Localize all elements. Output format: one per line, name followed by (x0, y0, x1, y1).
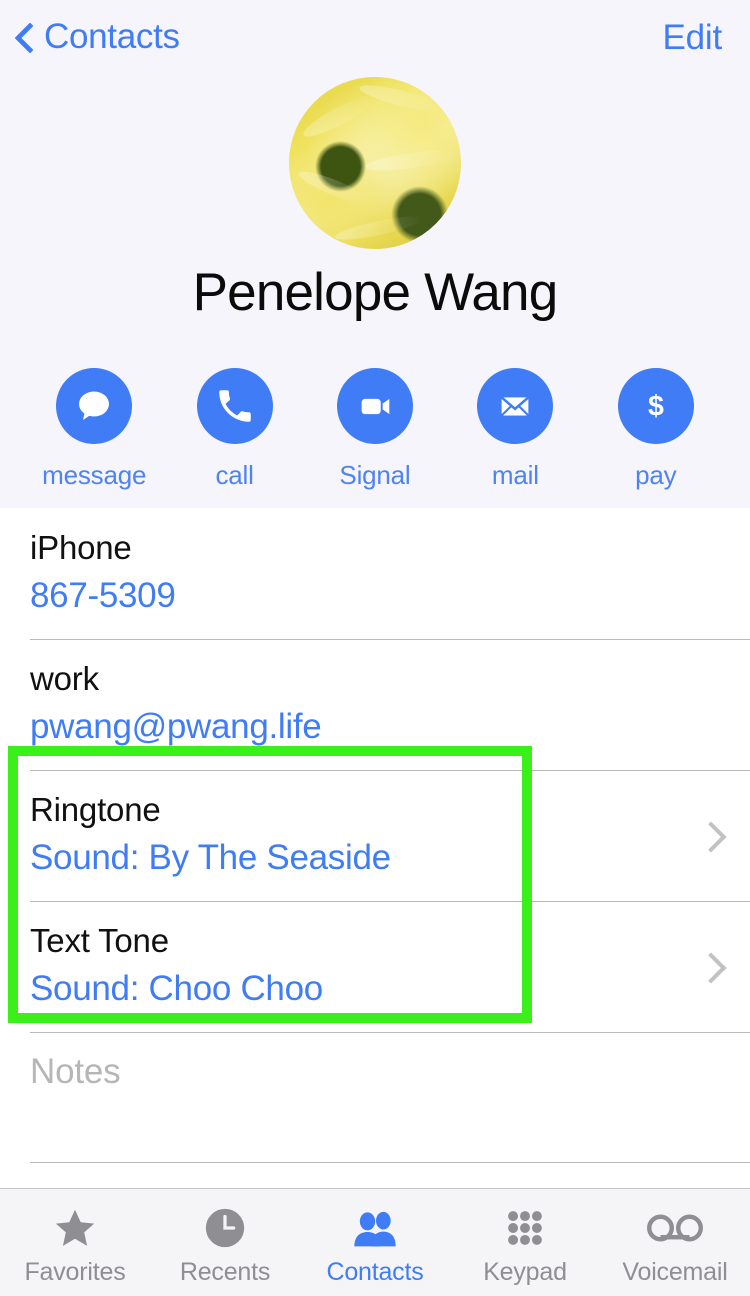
tab-label-keypad: Keypad (483, 1258, 567, 1287)
notes-placeholder: Notes (30, 1050, 720, 1094)
tab-recents[interactable]: Recents (150, 1189, 300, 1296)
row-separator (30, 639, 750, 640)
back-to-contacts-button[interactable]: Contacts (14, 20, 180, 54)
field-label: Text Tone (30, 919, 670, 963)
mail-action-button[interactable]: mail (467, 368, 563, 491)
tab-keypad[interactable]: Keypad (450, 1189, 600, 1296)
field-value-email[interactable]: pwang@pwang.life (30, 704, 720, 750)
back-button-label: Contacts (44, 20, 180, 54)
contact-detail-screen: Contacts Edit Penelope Wang (0, 0, 750, 1296)
field-label: iPhone (30, 526, 720, 570)
field-value-text-tone: Sound: Choo Choo (30, 966, 670, 1012)
tab-label-favorites: Favorites (24, 1258, 125, 1287)
video-camera-icon (337, 368, 413, 444)
field-row-email[interactable]: work pwang@pwang.life (0, 639, 750, 770)
avatar-petal-highlight (364, 146, 458, 174)
avatar[interactable] (289, 77, 461, 249)
avatar-petal-highlight (300, 90, 378, 142)
field-value-phone[interactable]: 867-5309 (30, 573, 720, 619)
mail-action-label: mail (492, 460, 539, 491)
clock-icon (202, 1204, 248, 1252)
contact-name: Penelope Wang (0, 262, 750, 323)
chevron-left-icon (14, 20, 36, 54)
voicemail-icon (646, 1204, 704, 1252)
keypad-dots-icon (503, 1204, 547, 1252)
quick-actions: message call Signal (0, 368, 750, 491)
signal-action-button[interactable]: Signal (327, 368, 423, 491)
star-icon (51, 1204, 99, 1252)
row-separator (30, 1032, 750, 1033)
navigation-bar: Contacts Edit (0, 0, 750, 72)
tab-voicemail[interactable]: Voicemail (600, 1189, 750, 1296)
phone-icon (197, 368, 273, 444)
tab-bar: Favorites Recents Contacts (0, 1188, 750, 1296)
field-value-ringtone: Sound: By The Seaside (30, 835, 670, 881)
field-label: work (30, 657, 720, 701)
message-bubble-icon (56, 368, 132, 444)
avatar-petal-highlight (296, 167, 372, 210)
chevron-right-icon[interactable] (700, 820, 720, 852)
avatar-image (289, 77, 461, 249)
envelope-icon (477, 368, 553, 444)
tab-contacts[interactable]: Contacts (300, 1189, 450, 1296)
contact-fields-list: iPhone 867-5309 work pwang@pwang.life Ri… (0, 508, 750, 1250)
edit-button[interactable]: Edit (662, 21, 722, 55)
avatar-petal-highlight (333, 212, 423, 244)
field-row-text-tone[interactable]: Text Tone Sound: Choo Choo (0, 901, 750, 1032)
row-separator (30, 901, 750, 902)
message-action-button[interactable]: message (46, 368, 142, 491)
pay-action-button[interactable]: $ pay (608, 368, 704, 491)
row-separator (30, 1162, 750, 1163)
call-action-label: call (215, 460, 253, 491)
svg-text:$: $ (648, 391, 664, 423)
chevron-right-icon[interactable] (700, 951, 720, 983)
field-label: Ringtone (30, 788, 670, 832)
contact-header: Contacts Edit Penelope Wang (0, 0, 750, 508)
field-row-ringtone[interactable]: Ringtone Sound: By The Seaside (0, 770, 750, 901)
tab-label-contacts: Contacts (326, 1258, 423, 1287)
people-icon (350, 1204, 400, 1252)
dollar-sign-icon: $ (618, 368, 694, 444)
call-action-button[interactable]: call (187, 368, 283, 491)
tab-label-recents: Recents (180, 1258, 270, 1287)
field-row-phone[interactable]: iPhone 867-5309 (0, 508, 750, 639)
pay-action-label: pay (635, 460, 676, 491)
signal-action-label: Signal (339, 460, 410, 491)
tab-label-voicemail: Voicemail (622, 1258, 727, 1287)
message-action-label: message (42, 460, 146, 491)
tab-favorites[interactable]: Favorites (0, 1189, 150, 1296)
notes-row[interactable]: Notes (0, 1032, 750, 1162)
row-separator (30, 770, 750, 771)
